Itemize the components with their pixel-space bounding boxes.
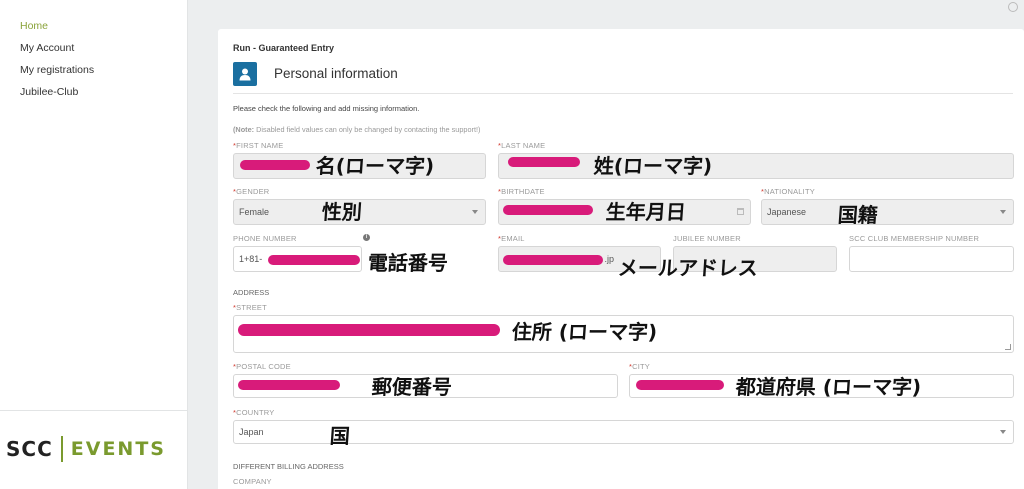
email-value-suffix: .jp — [604, 254, 614, 264]
breadcrumb: Run - Guaranteed Entry — [233, 43, 335, 53]
birthdate-label: *BIRTHDATE — [498, 187, 545, 196]
address-heading: ADDRESS — [233, 288, 270, 297]
last-name-label: *LAST NAME — [498, 141, 546, 150]
note-text: Disabled field values can only be change… — [254, 125, 481, 134]
chevron-down-icon — [472, 210, 478, 214]
nationality-select: Japanese — [761, 199, 1014, 225]
redaction-mark — [508, 157, 580, 167]
jubilee-number-label: JUBILEE NUMBER — [673, 234, 741, 243]
logo-scc-text: SCC — [6, 437, 53, 461]
redaction-mark — [503, 255, 603, 265]
top-bar — [189, 0, 1024, 26]
annotation-street: 住所 (ローマ字) — [511, 320, 658, 344]
chevron-down-icon — [1000, 210, 1006, 214]
country-value: Japan — [239, 427, 264, 437]
calendar-icon — [737, 208, 744, 215]
street-label: *STREET — [233, 303, 267, 312]
logo-events-text: EVENTS — [70, 438, 166, 460]
annotation-city: 都道府県 (ローマ字) — [735, 375, 922, 399]
redaction-mark — [636, 380, 724, 390]
annotation-last-name: 姓(ローマ字) — [593, 154, 714, 178]
email-label: *EMAIL — [498, 234, 525, 243]
annotation-postal-code: 郵便番号 — [371, 375, 453, 399]
redaction-mark — [240, 160, 310, 170]
sidebar-nav: Home My Account My registrations Jubilee… — [20, 19, 94, 107]
sidebar-item-my-registrations[interactable]: My registrations — [20, 63, 94, 85]
city-label: *CITY — [629, 362, 651, 371]
logo-divider — [60, 436, 63, 462]
scc-events-logo: SCC EVENTS — [6, 436, 166, 462]
support-note: (Note: Disabled field values can only be… — [233, 125, 480, 134]
redaction-mark — [503, 205, 593, 215]
country-label: *COUNTRY — [233, 408, 275, 417]
sidebar-item-jubilee-club[interactable]: Jubilee-Club — [20, 85, 94, 107]
first-name-label: *FIRST NAME — [233, 141, 284, 150]
sidebar-item-home[interactable]: Home — [20, 19, 94, 41]
sidebar-divider — [0, 410, 188, 411]
club-membership-input[interactable] — [849, 246, 1014, 272]
section-title: Personal information — [274, 66, 398, 81]
club-membership-label: SCC CLUB MEMBERSHIP NUMBER — [849, 234, 980, 243]
annotation-email: メールアドレス — [617, 256, 759, 280]
note-prefix: (Note: — [233, 125, 255, 134]
annotation-nationality: 国籍 — [837, 203, 879, 227]
gender-value: Female — [239, 207, 270, 217]
nationality-label: *NATIONALITY — [761, 187, 815, 196]
info-icon[interactable]: i — [363, 234, 370, 241]
annotation-first-name: 名(ローマ字) — [315, 154, 436, 178]
annotation-country: 国 — [329, 424, 351, 448]
sidebar-item-my-account[interactable]: My Account — [20, 41, 94, 63]
gender-label: *GENDER — [233, 187, 270, 196]
annotation-birthdate: 生年月日 — [605, 200, 687, 224]
resize-handle-icon[interactable] — [1005, 344, 1011, 350]
redaction-mark — [238, 324, 500, 336]
info-icon[interactable] — [1008, 2, 1018, 12]
personal-information-card: Run - Guaranteed Entry Personal informat… — [218, 29, 1024, 489]
postal-code-label: *POSTAL CODE — [233, 362, 291, 371]
annotation-gender: 性別 — [321, 200, 363, 224]
phone-value: 1+81- — [239, 254, 263, 264]
redaction-mark — [268, 255, 360, 265]
sidebar: Home My Account My registrations Jubilee… — [0, 0, 188, 489]
user-icon — [233, 62, 257, 86]
nationality-value: Japanese — [767, 207, 807, 217]
redaction-mark — [238, 380, 340, 390]
intro-text: Please check the following and add missi… — [233, 104, 420, 113]
annotation-phone: 電話番号 — [367, 251, 449, 275]
chevron-down-icon — [1000, 430, 1006, 434]
billing-address-heading: DIFFERENT BILLING ADDRESS — [233, 462, 344, 471]
section-divider — [233, 93, 1013, 94]
company-label: COMPANY — [233, 477, 272, 486]
phone-label: PHONE NUMBER — [233, 234, 297, 243]
